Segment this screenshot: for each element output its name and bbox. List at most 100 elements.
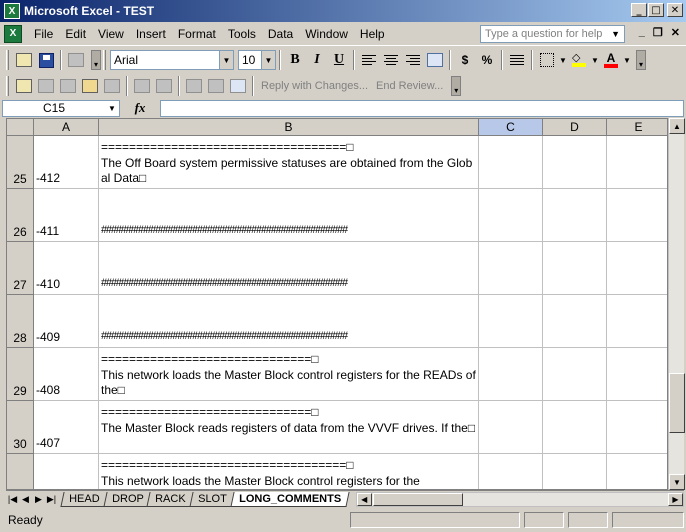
workbook-close-button[interactable]: ✕	[671, 26, 680, 39]
cell-a[interactable]: -411	[34, 189, 99, 242]
cell-b[interactable]: ===================================□ Thi…	[99, 454, 479, 489]
cell-b[interactable]: ==============================□ This net…	[99, 348, 479, 401]
last-sheet-icon[interactable]: ▶|	[45, 492, 58, 506]
vertical-scroll-thumb[interactable]	[669, 373, 685, 433]
sheet-tab-rack[interactable]: RACK	[146, 491, 195, 507]
borders-icon[interactable]	[536, 49, 558, 71]
cell-d[interactable]	[543, 136, 607, 189]
cell-e[interactable]	[607, 454, 667, 489]
scroll-left-icon[interactable]: ◀	[356, 492, 372, 506]
menu-help[interactable]: Help	[354, 25, 391, 43]
merge-center-icon[interactable]	[424, 49, 446, 71]
cell-b[interactable]: ==============================□ The Mast…	[99, 401, 479, 454]
name-box[interactable]: C15 ▼	[2, 99, 120, 117]
track-changes-icon[interactable]	[153, 75, 175, 97]
minimize-button[interactable]: _	[631, 3, 647, 17]
menu-tools[interactable]: Tools	[222, 25, 262, 43]
vertical-scrollbar[interactable]: ▲ ▼	[668, 118, 685, 490]
cell-c[interactable]	[479, 454, 543, 489]
cell-a[interactable]: -409	[34, 295, 99, 348]
chevron-down-icon[interactable]: ▼	[622, 49, 632, 71]
column-header-b[interactable]: B	[99, 119, 479, 136]
cell-b[interactable]: ########################################…	[99, 242, 479, 295]
delete-comment-icon[interactable]	[131, 75, 153, 97]
cell-c[interactable]	[479, 348, 543, 401]
workbook-icon[interactable]: X	[4, 24, 22, 43]
fill-color-icon[interactable]: ◇	[568, 49, 590, 71]
column-header-a[interactable]: A	[34, 119, 99, 136]
cell-e[interactable]	[607, 242, 667, 295]
cell-d[interactable]	[543, 454, 607, 489]
cell-c[interactable]	[479, 189, 543, 242]
align-left-icon[interactable]	[358, 49, 380, 71]
menu-insert[interactable]: Insert	[130, 25, 172, 43]
show-comment-icon[interactable]	[79, 75, 101, 97]
cell-c[interactable]	[479, 295, 543, 348]
chevron-down-icon[interactable]: ▼	[261, 51, 275, 69]
menu-file[interactable]: File	[28, 25, 59, 43]
scroll-right-icon[interactable]: ▶	[668, 492, 683, 506]
row-header[interactable]: 28	[7, 295, 34, 348]
workbook-restore-button[interactable]: ❐	[653, 26, 663, 39]
toolbar-grip[interactable]	[6, 76, 9, 96]
cell-b[interactable]: ########################################…	[99, 189, 479, 242]
cell-d[interactable]	[543, 295, 607, 348]
toolbar-options-chevron[interactable]: ▾	[636, 50, 646, 70]
cell-b[interactable]: ########################################…	[99, 295, 479, 348]
sheet-tab-drop[interactable]: DROP	[102, 491, 152, 507]
maximize-button[interactable]: □	[648, 3, 664, 17]
cell-e[interactable]	[607, 136, 667, 189]
previous-comment-icon[interactable]	[35, 75, 57, 97]
cell-d[interactable]	[543, 242, 607, 295]
font-color-icon[interactable]: A	[600, 49, 622, 71]
menu-edit[interactable]: Edit	[59, 25, 92, 43]
select-all-corner[interactable]	[7, 119, 34, 136]
cell-e[interactable]	[607, 401, 667, 454]
menu-data[interactable]: Data	[262, 25, 299, 43]
cell-a[interactable]: -410	[34, 242, 99, 295]
open-icon[interactable]	[13, 49, 35, 71]
italic-button[interactable]: I	[306, 49, 328, 71]
toolbar-grip[interactable]	[6, 50, 9, 70]
chevron-down-icon[interactable]: ▼	[105, 101, 119, 116]
cell-e[interactable]	[607, 295, 667, 348]
prev-sheet-icon[interactable]: ◀	[19, 492, 32, 506]
align-center-icon[interactable]	[380, 49, 402, 71]
horizontal-scroll-thumb[interactable]	[372, 492, 463, 506]
align-right-icon[interactable]	[402, 49, 424, 71]
insert-function-icon[interactable]: fx	[120, 100, 160, 116]
cell-e[interactable]	[607, 348, 667, 401]
excel-app-icon[interactable]: X	[4, 3, 20, 19]
reply-with-changes-button[interactable]: Reply with Changes...	[257, 80, 372, 92]
menu-window[interactable]: Window	[299, 25, 354, 43]
horizontal-scrollbar[interactable]: ◀ ▶	[355, 491, 684, 507]
underline-button[interactable]: U	[328, 49, 350, 71]
sheet-tab-slot[interactable]: SLOT	[189, 491, 236, 507]
column-header-c[interactable]: C	[479, 119, 543, 136]
sheet-tab-head[interactable]: HEAD	[60, 491, 109, 507]
bold-button[interactable]: B	[284, 49, 306, 71]
highlight-icon[interactable]	[183, 75, 205, 97]
workbook-minimize-button[interactable]: _	[639, 26, 645, 39]
cell-b[interactable]: ===================================□ The…	[99, 136, 479, 189]
cell-e[interactable]	[607, 189, 667, 242]
scroll-down-icon[interactable]: ▼	[669, 474, 685, 490]
first-sheet-icon[interactable]: |◀	[6, 492, 19, 506]
toolbar-options-chevron[interactable]: ▾	[91, 50, 101, 70]
cell-c[interactable]	[479, 401, 543, 454]
chevron-down-icon[interactable]: ▼	[590, 49, 600, 71]
scroll-up-icon[interactable]: ▲	[669, 118, 685, 134]
row-header[interactable]: 29	[7, 348, 34, 401]
percent-button[interactable]: %	[476, 49, 498, 71]
formula-input[interactable]	[160, 99, 684, 117]
column-header-e[interactable]: E	[607, 119, 667, 136]
chevron-down-icon[interactable]: ▼	[219, 51, 233, 69]
menu-view[interactable]: View	[92, 25, 130, 43]
print-icon[interactable]	[65, 49, 87, 71]
end-review-button[interactable]: End Review...	[372, 80, 447, 92]
cell-c[interactable]	[479, 136, 543, 189]
cell-a[interactable]: -412	[34, 136, 99, 189]
cell-a[interactable]: -408	[34, 348, 99, 401]
cell-c[interactable]	[479, 242, 543, 295]
font-name-combo[interactable]: Arial ▼	[110, 50, 234, 70]
